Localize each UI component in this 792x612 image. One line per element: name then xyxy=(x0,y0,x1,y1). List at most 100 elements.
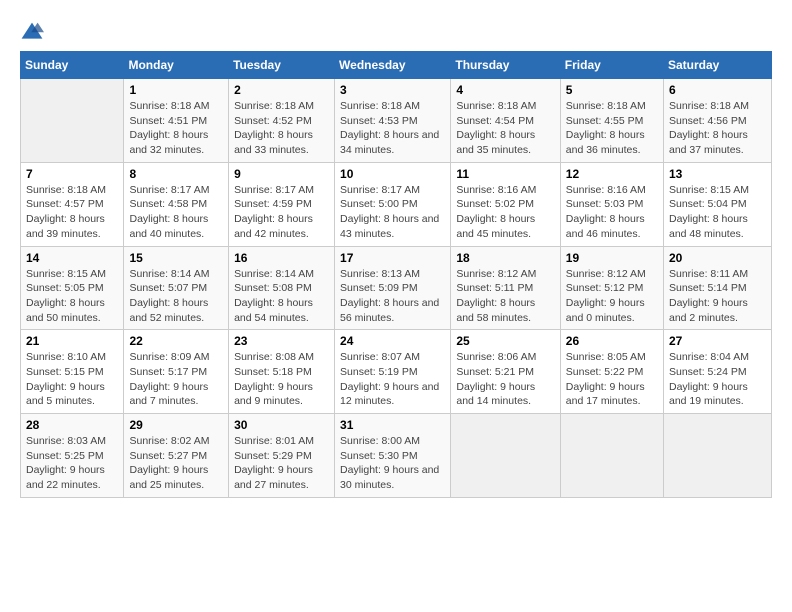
column-header-saturday: Saturday xyxy=(664,52,772,79)
day-info: Sunrise: 8:15 AMSunset: 5:04 PMDaylight:… xyxy=(669,183,766,242)
day-info: Sunrise: 8:16 AMSunset: 5:03 PMDaylight:… xyxy=(566,183,658,242)
day-number: 2 xyxy=(234,83,329,97)
calendar-cell: 1 Sunrise: 8:18 AMSunset: 4:51 PMDaylight… xyxy=(124,79,229,163)
calendar-cell: 11 Sunrise: 8:16 AMSunset: 5:02 PMDayligh… xyxy=(451,162,560,246)
day-number: 3 xyxy=(340,83,445,97)
day-number: 7 xyxy=(26,167,118,181)
calendar-header: SundayMondayTuesdayWednesdayThursdayFrid… xyxy=(21,52,772,79)
calendar-cell xyxy=(664,414,772,498)
calendar-cell: 16 Sunrise: 8:14 AMSunset: 5:08 PMDayligh… xyxy=(229,246,335,330)
week-row-4: 21 Sunrise: 8:10 AMSunset: 5:15 PMDayligh… xyxy=(21,330,772,414)
day-info: Sunrise: 8:00 AMSunset: 5:30 PMDaylight:… xyxy=(340,434,445,493)
day-info: Sunrise: 8:18 AMSunset: 4:57 PMDaylight:… xyxy=(26,183,118,242)
calendar-cell: 25 Sunrise: 8:06 AMSunset: 5:21 PMDayligh… xyxy=(451,330,560,414)
day-info: Sunrise: 8:18 AMSunset: 4:55 PMDaylight:… xyxy=(566,99,658,158)
day-number: 16 xyxy=(234,251,329,265)
day-info: Sunrise: 8:18 AMSunset: 4:51 PMDaylight:… xyxy=(129,99,223,158)
calendar-cell: 2Sunrise: 8:18 AMSunset: 4:52 PMDaylight… xyxy=(229,79,335,163)
day-number: 29 xyxy=(129,418,223,432)
calendar-cell: 3 Sunrise: 8:18 AMSunset: 4:53 PMDaylight… xyxy=(335,79,451,163)
week-row-5: 28 Sunrise: 8:03 AMSunset: 5:25 PMDayligh… xyxy=(21,414,772,498)
day-number: 26 xyxy=(566,334,658,348)
day-number: 12 xyxy=(566,167,658,181)
day-info: Sunrise: 8:05 AMSunset: 5:22 PMDaylight:… xyxy=(566,350,658,409)
day-number: 9 xyxy=(234,167,329,181)
day-info: Sunrise: 8:09 AMSunset: 5:17 PMDaylight:… xyxy=(129,350,223,409)
column-header-monday: Monday xyxy=(124,52,229,79)
week-row-2: 7 Sunrise: 8:18 AMSunset: 4:57 PMDaylight… xyxy=(21,162,772,246)
day-info: Sunrise: 8:06 AMSunset: 5:21 PMDaylight:… xyxy=(456,350,554,409)
calendar-cell: 23Sunrise: 8:08 AMSunset: 5:18 PMDayligh… xyxy=(229,330,335,414)
calendar-cell: 15 Sunrise: 8:14 AMSunset: 5:07 PMDayligh… xyxy=(124,246,229,330)
day-info: Sunrise: 8:12 AMSunset: 5:12 PMDaylight:… xyxy=(566,267,658,326)
day-number: 5 xyxy=(566,83,658,97)
column-header-wednesday: Wednesday xyxy=(335,52,451,79)
calendar-cell: 7 Sunrise: 8:18 AMSunset: 4:57 PMDaylight… xyxy=(21,162,124,246)
day-number: 17 xyxy=(340,251,445,265)
column-header-thursday: Thursday xyxy=(451,52,560,79)
calendar-cell: 6 Sunrise: 8:18 AMSunset: 4:56 PMDaylight… xyxy=(664,79,772,163)
calendar-cell: 28 Sunrise: 8:03 AMSunset: 5:25 PMDayligh… xyxy=(21,414,124,498)
column-header-friday: Friday xyxy=(560,52,663,79)
day-number: 1 xyxy=(129,83,223,97)
day-info: Sunrise: 8:18 AMSunset: 4:56 PMDaylight:… xyxy=(669,99,766,158)
day-info: Sunrise: 8:13 AMSunset: 5:09 PMDaylight:… xyxy=(340,267,445,326)
day-number: 11 xyxy=(456,167,554,181)
calendar-cell: 19 Sunrise: 8:12 AMSunset: 5:12 PMDayligh… xyxy=(560,246,663,330)
week-row-3: 14 Sunrise: 8:15 AMSunset: 5:05 PMDayligh… xyxy=(21,246,772,330)
calendar-cell: 30 Sunrise: 8:01 AMSunset: 5:29 PMDayligh… xyxy=(229,414,335,498)
calendar-cell xyxy=(451,414,560,498)
day-info: Sunrise: 8:15 AMSunset: 5:05 PMDaylight:… xyxy=(26,267,118,326)
day-info: Sunrise: 8:18 AMSunset: 4:53 PMDaylight:… xyxy=(340,99,445,158)
day-number: 8 xyxy=(129,167,223,181)
calendar-table: SundayMondayTuesdayWednesdayThursdayFrid… xyxy=(20,51,772,498)
day-number: 28 xyxy=(26,418,118,432)
calendar-cell: 21 Sunrise: 8:10 AMSunset: 5:15 PMDayligh… xyxy=(21,330,124,414)
day-number: 30 xyxy=(234,418,329,432)
day-number: 19 xyxy=(566,251,658,265)
header xyxy=(20,20,772,41)
calendar-cell: 5 Sunrise: 8:18 AMSunset: 4:55 PMDaylight… xyxy=(560,79,663,163)
day-number: 15 xyxy=(129,251,223,265)
calendar-cell: 12 Sunrise: 8:16 AMSunset: 5:03 PMDayligh… xyxy=(560,162,663,246)
day-info: Sunrise: 8:16 AMSunset: 5:02 PMDaylight:… xyxy=(456,183,554,242)
day-number: 25 xyxy=(456,334,554,348)
calendar-cell: 22Sunrise: 8:09 AMSunset: 5:17 PMDayligh… xyxy=(124,330,229,414)
day-number: 27 xyxy=(669,334,766,348)
day-info: Sunrise: 8:08 AMSunset: 5:18 PMDaylight:… xyxy=(234,350,329,409)
day-info: Sunrise: 8:17 AMSunset: 4:59 PMDaylight:… xyxy=(234,183,329,242)
day-info: Sunrise: 8:12 AMSunset: 5:11 PMDaylight:… xyxy=(456,267,554,326)
calendar-cell: 14 Sunrise: 8:15 AMSunset: 5:05 PMDayligh… xyxy=(21,246,124,330)
day-info: Sunrise: 8:01 AMSunset: 5:29 PMDaylight:… xyxy=(234,434,329,493)
day-number: 6 xyxy=(669,83,766,97)
calendar-cell xyxy=(21,79,124,163)
calendar-body: 1 Sunrise: 8:18 AMSunset: 4:51 PMDaylight… xyxy=(21,79,772,498)
calendar-cell: 13 Sunrise: 8:15 AMSunset: 5:04 PMDayligh… xyxy=(664,162,772,246)
day-info: Sunrise: 8:07 AMSunset: 5:19 PMDaylight:… xyxy=(340,350,445,409)
day-info: Sunrise: 8:10 AMSunset: 5:15 PMDaylight:… xyxy=(26,350,118,409)
column-header-sunday: Sunday xyxy=(21,52,124,79)
day-number: 31 xyxy=(340,418,445,432)
calendar-cell: 27 Sunrise: 8:04 AMSunset: 5:24 PMDayligh… xyxy=(664,330,772,414)
day-info: Sunrise: 8:03 AMSunset: 5:25 PMDaylight:… xyxy=(26,434,118,493)
day-number: 14 xyxy=(26,251,118,265)
calendar-cell: 4 Sunrise: 8:18 AMSunset: 4:54 PMDaylight… xyxy=(451,79,560,163)
day-number: 21 xyxy=(26,334,118,348)
day-info: Sunrise: 8:04 AMSunset: 5:24 PMDaylight:… xyxy=(669,350,766,409)
calendar-cell: 31 Sunrise: 8:00 AMSunset: 5:30 PMDayligh… xyxy=(335,414,451,498)
day-info: Sunrise: 8:11 AMSunset: 5:14 PMDaylight:… xyxy=(669,267,766,326)
day-info: Sunrise: 8:14 AMSunset: 5:07 PMDaylight:… xyxy=(129,267,223,326)
calendar-cell xyxy=(560,414,663,498)
logo xyxy=(20,20,48,41)
calendar-cell: 20 Sunrise: 8:11 AMSunset: 5:14 PMDayligh… xyxy=(664,246,772,330)
day-info: Sunrise: 8:17 AMSunset: 4:58 PMDaylight:… xyxy=(129,183,223,242)
day-number: 20 xyxy=(669,251,766,265)
calendar-cell: 29Sunrise: 8:02 AMSunset: 5:27 PMDayligh… xyxy=(124,414,229,498)
day-info: Sunrise: 8:18 AMSunset: 4:54 PMDaylight:… xyxy=(456,99,554,158)
calendar-cell: 9 Sunrise: 8:17 AMSunset: 4:59 PMDaylight… xyxy=(229,162,335,246)
day-info: Sunrise: 8:14 AMSunset: 5:08 PMDaylight:… xyxy=(234,267,329,326)
calendar-cell: 10Sunrise: 8:17 AMSunset: 5:00 PMDayligh… xyxy=(335,162,451,246)
day-number: 18 xyxy=(456,251,554,265)
day-number: 4 xyxy=(456,83,554,97)
day-number: 13 xyxy=(669,167,766,181)
